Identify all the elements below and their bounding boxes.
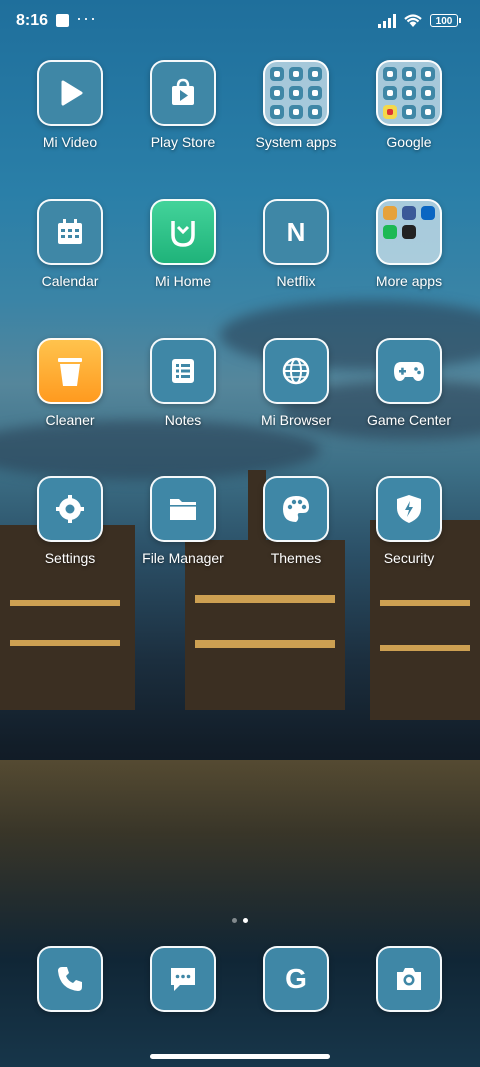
wifi-icon <box>404 14 422 27</box>
dock-phone[interactable] <box>15 946 125 1012</box>
app-cleaner[interactable]: Cleaner <box>15 338 125 428</box>
netflix-icon: N <box>263 199 329 265</box>
app-label: Cleaner <box>45 412 95 428</box>
play-store-icon <box>150 60 216 126</box>
dock-messages[interactable] <box>128 946 238 1012</box>
app-label: Play Store <box>150 134 216 150</box>
notification-icon <box>56 14 69 27</box>
page-indicator <box>0 910 480 928</box>
app-label: Mi Browser <box>260 412 331 428</box>
app-label: Themes <box>270 550 322 566</box>
dock-camera[interactable] <box>354 946 464 1012</box>
app-mi-browser[interactable]: Mi Browser <box>241 338 351 428</box>
clock: 8:16 <box>16 12 49 29</box>
shield-icon <box>376 476 442 542</box>
app-netflix[interactable]: N Netflix <box>241 199 351 289</box>
message-icon <box>150 946 216 1012</box>
page-dot-active[interactable] <box>243 918 248 923</box>
signal-icon <box>378 14 396 28</box>
folder-more-apps[interactable]: More apps <box>354 199 464 289</box>
app-label: Google <box>386 134 432 150</box>
app-label: Settings <box>44 550 96 566</box>
app-label: Mi Video <box>42 134 98 150</box>
app-file-manager[interactable]: File Manager <box>128 476 238 566</box>
page-dot[interactable] <box>232 918 237 923</box>
app-mi-home[interactable]: Mi Home <box>128 199 238 289</box>
phone-icon <box>37 946 103 1012</box>
calendar-icon <box>37 199 103 265</box>
app-security[interactable]: Security <box>354 476 464 566</box>
folder-system-apps[interactable]: System apps <box>241 60 351 150</box>
app-label: System apps <box>255 134 337 150</box>
home-indicator[interactable] <box>150 1054 330 1059</box>
folder-file-icon <box>150 476 216 542</box>
app-label: Mi Home <box>154 273 211 289</box>
app-play-store[interactable]: Play Store <box>128 60 238 150</box>
dock-google[interactable]: G <box>241 946 351 1012</box>
app-label: Calendar <box>41 273 99 289</box>
folder-icon <box>263 60 329 126</box>
app-notes[interactable]: Notes <box>128 338 238 428</box>
more-notifications-icon: ··· <box>76 8 97 28</box>
battery-icon: 100 <box>430 14 461 27</box>
mi-home-icon <box>150 199 216 265</box>
globe-icon <box>263 338 329 404</box>
app-label: Game Center <box>366 412 452 428</box>
trash-icon <box>37 338 103 404</box>
app-themes[interactable]: Themes <box>241 476 351 566</box>
app-mi-video[interactable]: Mi Video <box>15 60 125 150</box>
folder-icon <box>376 199 442 265</box>
app-game-center[interactable]: Game Center <box>354 338 464 428</box>
folder-icon <box>376 60 442 126</box>
app-label: More apps <box>375 273 443 289</box>
play-icon <box>37 60 103 126</box>
camera-icon <box>376 946 442 1012</box>
app-label: Netflix <box>276 273 316 289</box>
folder-google[interactable]: Google <box>354 60 464 150</box>
app-calendar[interactable]: Calendar <box>15 199 125 289</box>
status-bar: 8:16 ··· 100 <box>0 0 480 44</box>
gear-icon <box>37 476 103 542</box>
palette-icon <box>263 476 329 542</box>
gamepad-icon <box>376 338 442 404</box>
google-g-icon: G <box>263 946 329 1012</box>
app-settings[interactable]: Settings <box>15 476 125 566</box>
app-label: Notes <box>164 412 202 428</box>
notes-icon <box>150 338 216 404</box>
app-label: Security <box>383 550 435 566</box>
app-label: File Manager <box>142 550 224 566</box>
